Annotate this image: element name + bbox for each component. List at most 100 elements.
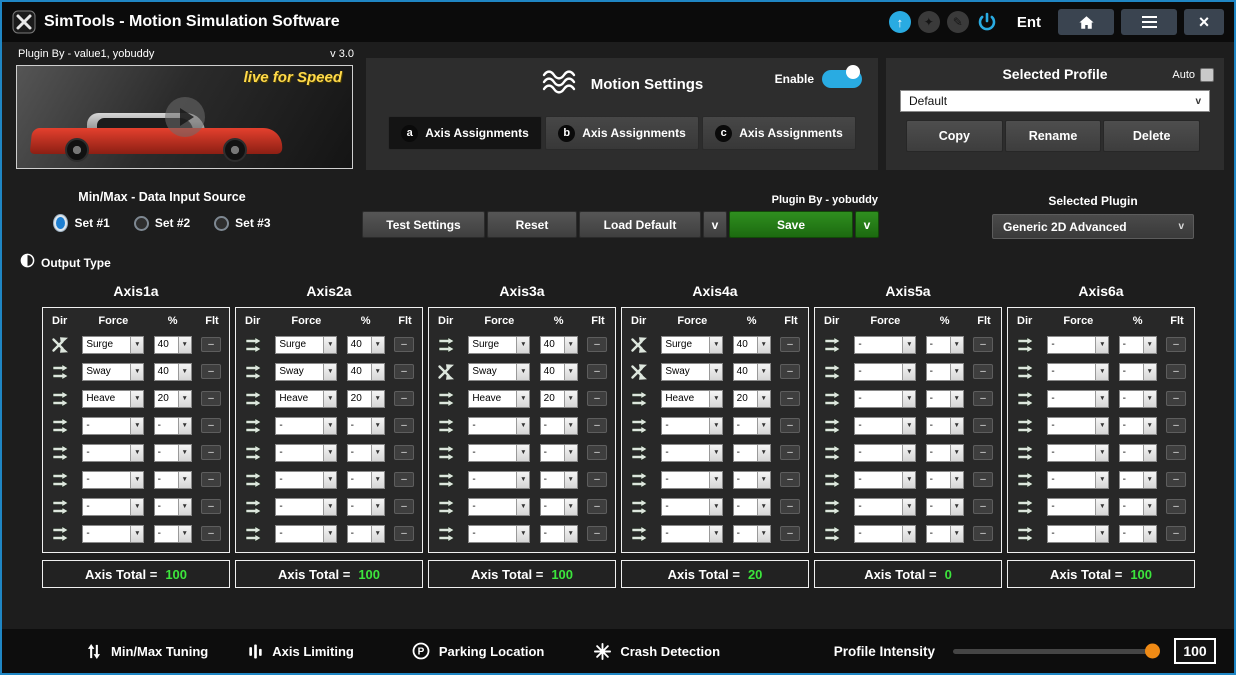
filter-button[interactable]: – [201, 472, 221, 487]
direction-parallel-icon[interactable] [49, 471, 71, 489]
direction-parallel-icon[interactable] [628, 471, 650, 489]
percent-select[interactable]: - ▼ [540, 525, 578, 543]
force-select[interactable]: - ▼ [661, 417, 723, 435]
percent-select[interactable]: 40 ▼ [540, 336, 578, 354]
force-select[interactable]: - ▼ [854, 363, 916, 381]
force-select[interactable]: - ▼ [468, 525, 530, 543]
filter-button[interactable]: – [587, 445, 607, 460]
filter-button[interactable]: – [587, 337, 607, 352]
direction-parallel-icon[interactable] [821, 525, 843, 543]
percent-select[interactable]: - ▼ [926, 390, 964, 408]
force-select[interactable]: - ▼ [275, 417, 337, 435]
force-select[interactable]: - ▼ [275, 471, 337, 489]
force-select[interactable]: - ▼ [854, 444, 916, 462]
force-select[interactable]: - ▼ [1047, 336, 1109, 354]
percent-select[interactable]: - ▼ [154, 471, 192, 489]
force-select[interactable]: Surge ▼ [275, 336, 337, 354]
force-select[interactable]: - ▼ [1047, 444, 1109, 462]
filter-button[interactable]: – [394, 418, 414, 433]
close-button[interactable]: × [1184, 9, 1224, 35]
tab-axis-assignments-c[interactable]: c Axis Assignments [702, 116, 856, 150]
direction-parallel-icon[interactable] [821, 498, 843, 516]
direction-parallel-icon[interactable] [435, 417, 457, 435]
percent-select[interactable]: - ▼ [926, 336, 964, 354]
force-select[interactable]: - ▼ [854, 498, 916, 516]
percent-select[interactable]: - ▼ [1119, 336, 1157, 354]
direction-parallel-icon[interactable] [628, 444, 650, 462]
force-select[interactable]: - ▼ [1047, 363, 1109, 381]
filter-button[interactable]: – [587, 364, 607, 379]
percent-select[interactable]: - ▼ [347, 417, 385, 435]
direction-parallel-icon[interactable] [1014, 471, 1036, 489]
filter-button[interactable]: – [394, 499, 414, 514]
percent-select[interactable]: - ▼ [1119, 417, 1157, 435]
filter-button[interactable]: – [587, 499, 607, 514]
force-select[interactable]: - ▼ [1047, 525, 1109, 543]
filter-button[interactable]: – [973, 337, 993, 352]
direction-parallel-icon[interactable] [49, 444, 71, 462]
save-dropdown-button[interactable]: v [855, 211, 879, 238]
force-select[interactable]: - ▼ [275, 444, 337, 462]
filter-button[interactable]: – [973, 364, 993, 379]
direction-parallel-icon[interactable] [242, 336, 264, 354]
percent-select[interactable]: - ▼ [926, 525, 964, 543]
enable-toggle[interactable] [822, 70, 862, 88]
force-select[interactable]: - ▼ [1047, 471, 1109, 489]
force-select[interactable]: - ▼ [468, 444, 530, 462]
percent-select[interactable]: - ▼ [540, 471, 578, 489]
direction-parallel-icon[interactable] [1014, 498, 1036, 516]
force-select[interactable]: - ▼ [468, 498, 530, 516]
filter-button[interactable]: – [780, 445, 800, 460]
percent-select[interactable]: - ▼ [1119, 498, 1157, 516]
direction-parallel-icon[interactable] [1014, 336, 1036, 354]
percent-select[interactable]: - ▼ [347, 471, 385, 489]
filter-button[interactable]: – [1166, 364, 1186, 379]
percent-select[interactable]: 40 ▼ [733, 336, 771, 354]
radio-set-3[interactable]: Set #3 [214, 214, 270, 232]
parking-location-button[interactable]: P Parking Location [412, 642, 544, 660]
percent-select[interactable]: - ▼ [733, 471, 771, 489]
percent-select[interactable]: - ▼ [1119, 471, 1157, 489]
force-select[interactable]: - ▼ [275, 498, 337, 516]
percent-select[interactable]: - ▼ [1119, 390, 1157, 408]
filter-button[interactable]: – [1166, 337, 1186, 352]
radio-set-1[interactable]: Set #1 [53, 214, 109, 232]
load-default-button[interactable]: Load Default [579, 211, 701, 238]
force-select[interactable]: - ▼ [661, 444, 723, 462]
load-default-dropdown-button[interactable]: v [703, 211, 727, 238]
force-select[interactable]: - ▼ [854, 336, 916, 354]
force-select[interactable]: Sway ▼ [661, 363, 723, 381]
percent-select[interactable]: - ▼ [733, 417, 771, 435]
direction-parallel-icon[interactable] [821, 363, 843, 381]
percent-select[interactable]: - ▼ [540, 444, 578, 462]
percent-select[interactable]: 40 ▼ [154, 336, 192, 354]
filter-button[interactable]: – [394, 391, 414, 406]
percent-select[interactable]: - ▼ [733, 444, 771, 462]
percent-select[interactable]: - ▼ [926, 363, 964, 381]
percent-select[interactable]: 40 ▼ [347, 336, 385, 354]
menu-button[interactable] [1121, 9, 1177, 35]
profile-intensity-slider[interactable] [953, 649, 1158, 654]
filter-button[interactable]: – [780, 337, 800, 352]
plugin-select-dropdown[interactable]: Generic 2D Advanced v [992, 214, 1194, 239]
force-select[interactable]: - ▼ [82, 525, 144, 543]
update-icon[interactable]: ↑ [889, 11, 911, 33]
force-select[interactable]: - ▼ [82, 444, 144, 462]
percent-select[interactable]: - ▼ [540, 498, 578, 516]
direction-parallel-icon[interactable] [435, 525, 457, 543]
force-select[interactable]: - ▼ [275, 525, 337, 543]
home-button[interactable] [1058, 9, 1114, 35]
force-select[interactable]: Surge ▼ [468, 336, 530, 354]
reset-button[interactable]: Reset [487, 211, 577, 238]
percent-select[interactable]: - ▼ [154, 417, 192, 435]
direction-parallel-icon[interactable] [49, 390, 71, 408]
copy-button[interactable]: Copy [906, 120, 1003, 152]
filter-button[interactable]: – [587, 472, 607, 487]
direction-parallel-icon[interactable] [1014, 525, 1036, 543]
filter-button[interactable]: – [394, 526, 414, 541]
direction-parallel-icon[interactable] [628, 417, 650, 435]
filter-button[interactable]: – [201, 499, 221, 514]
direction-parallel-icon[interactable] [435, 471, 457, 489]
save-button[interactable]: Save [729, 211, 853, 238]
filter-button[interactable]: – [587, 391, 607, 406]
